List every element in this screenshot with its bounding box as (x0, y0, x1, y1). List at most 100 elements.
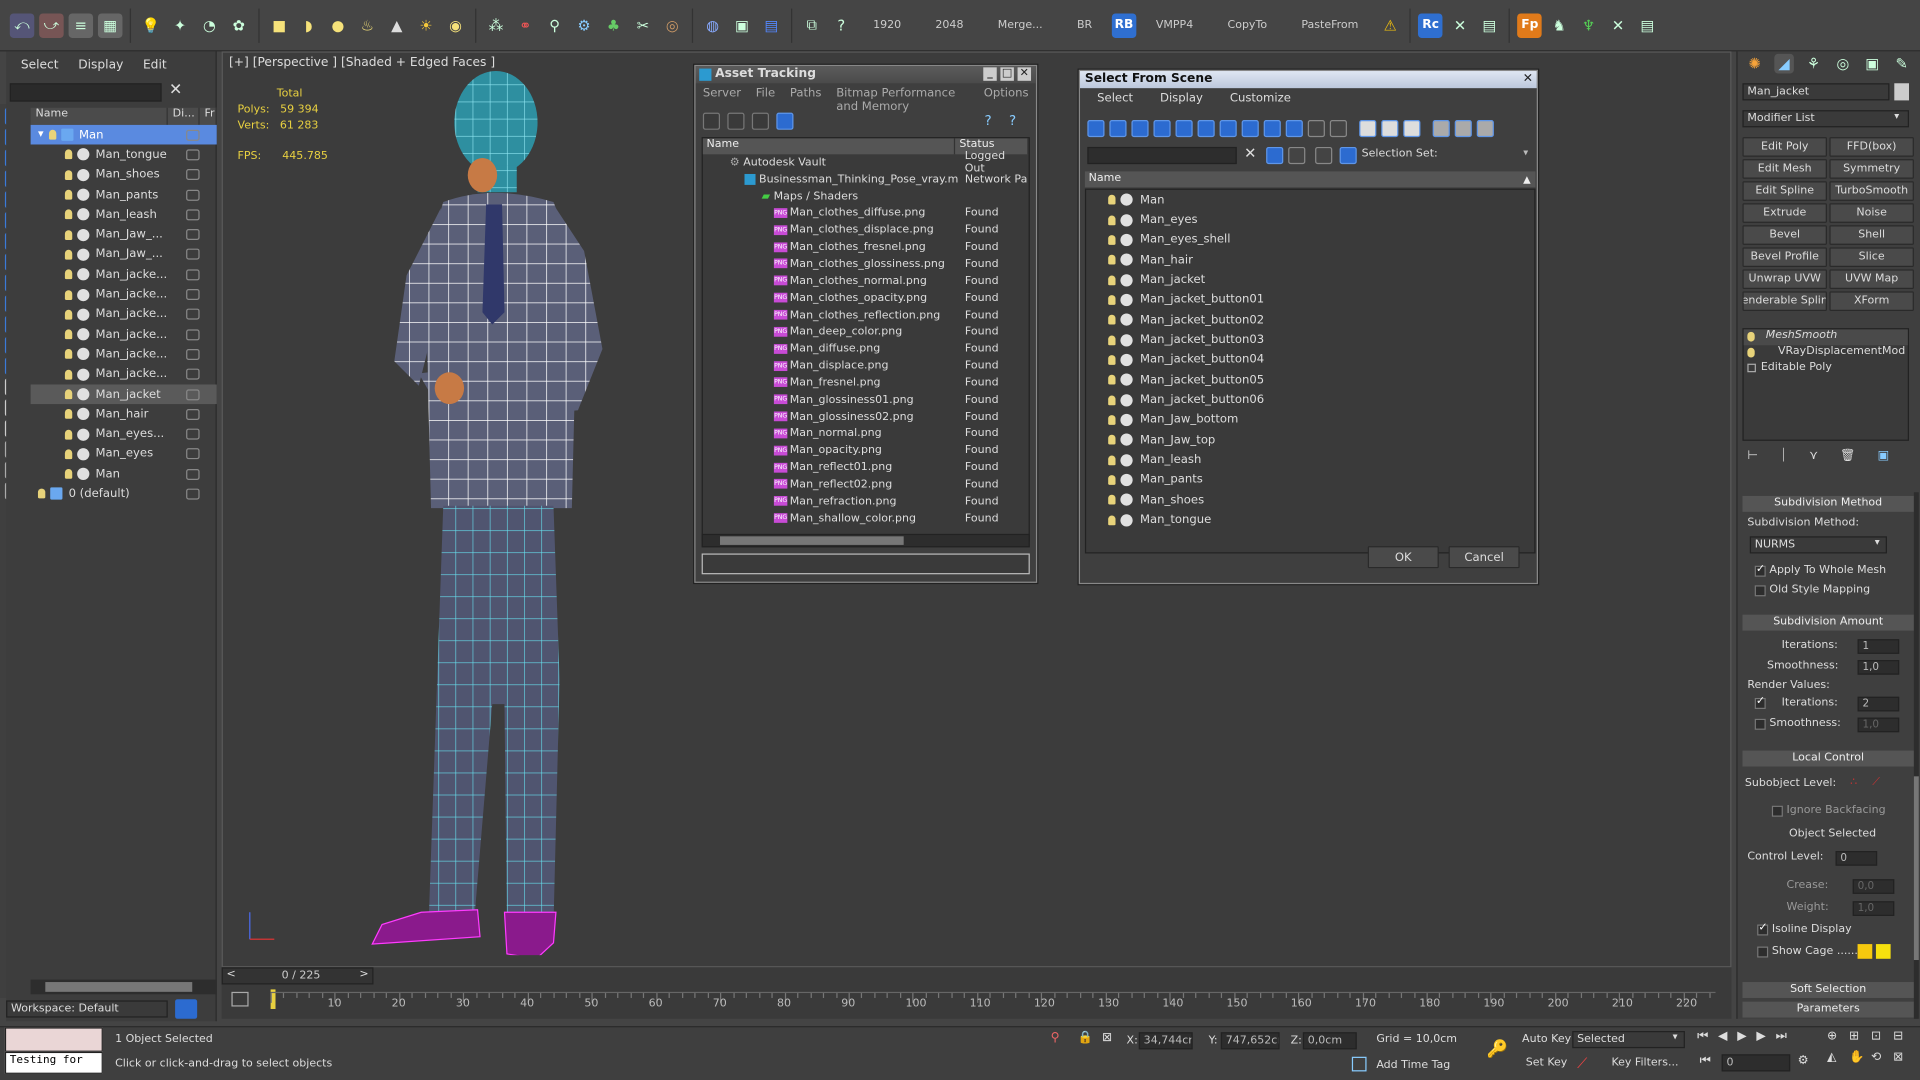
maximize-icon[interactable]: □ (1000, 67, 1014, 81)
render-iterations-checkbox[interactable]: ✓ (1754, 696, 1766, 709)
render-smoothness-spinner[interactable]: 1,0 (1857, 717, 1900, 733)
col-name[interactable]: Name (1089, 173, 1122, 185)
scene-tree-item[interactable]: Man_jacke... (31, 364, 217, 384)
command-vscroll[interactable] (1913, 492, 1919, 1019)
time-slider-next-icon[interactable]: > (359, 969, 368, 981)
expand-icon[interactable] (1747, 363, 1756, 373)
undo-icon[interactable]: ⤺ (9, 12, 35, 38)
goto-start-icon[interactable]: ⏮ (1697, 1030, 1708, 1043)
maxfile-row[interactable]: Businessman_Thinking_Pose_vray.max Netwo… (703, 171, 1029, 188)
next-frame-icon[interactable]: ▶ (1756, 1030, 1765, 1043)
scene-tree-item[interactable]: 0 (default) (31, 484, 217, 504)
plant-icon[interactable]: ♣ (601, 13, 625, 37)
play-icon[interactable]: ▶ (1737, 1030, 1746, 1043)
visibility-bulb-icon[interactable] (37, 489, 46, 499)
time-tag-icon[interactable] (1351, 1056, 1367, 1072)
close-icon[interactable]: ✕ (1017, 67, 1032, 81)
scene-tree-item[interactable]: Man_hair (31, 404, 217, 424)
asset-path-field[interactable] (701, 553, 1030, 575)
scene-tree-item[interactable]: Man_tongue (31, 145, 217, 165)
zoom-extents-icon[interactable]: ⊡ (1871, 1030, 1891, 1043)
sphere-icon[interactable]: ● (326, 13, 350, 37)
visibility-bulb-icon[interactable] (64, 249, 73, 260)
display-toggle-icon[interactable] (186, 308, 200, 320)
set-keys-icon[interactable]: ⟋ (1577, 1054, 1587, 1072)
display-toggle-icon[interactable] (186, 209, 200, 221)
edge-level-icon[interactable]: ⟋ (1872, 776, 1880, 788)
lock-icon[interactable]: 🔒 (1078, 1031, 1093, 1044)
filter-geometry-icon[interactable] (1087, 120, 1105, 138)
asset-hscroll[interactable] (701, 533, 1030, 548)
layer-manager-icon[interactable] (175, 999, 198, 1019)
visibility-bulb-icon[interactable] (64, 329, 73, 340)
find-case-icon[interactable] (1266, 146, 1284, 165)
clear-search-icon[interactable]: ✕ (1244, 144, 1256, 161)
display-toggle-icon[interactable] (186, 149, 200, 161)
asset-file-row[interactable]: PNG Man_shallow_color.png Found (703, 510, 1029, 527)
asset-file-row[interactable]: PNG Man_clothes_opacity.png Found (703, 290, 1029, 307)
menu-paths[interactable]: Paths (790, 87, 822, 114)
filter-cameras-icon[interactable] (1153, 120, 1171, 138)
asset-file-row[interactable]: PNG Man_clothes_glossiness.png Found (703, 256, 1029, 273)
weight-spinner[interactable]: 1,0 (1852, 901, 1895, 916)
stack-item-meshsmooth[interactable]: MeshSmooth (1743, 329, 1908, 346)
scene-tree-item[interactable]: Man_eyes (31, 444, 217, 464)
visibility-bulb-icon[interactable] (1108, 515, 1116, 525)
goto-end-icon[interactable]: ⏭ (1776, 1030, 1787, 1043)
copy-icon[interactable]: ⧉ (800, 13, 824, 37)
tools-icon[interactable]: ✕ (1448, 13, 1472, 37)
toolbar-1920[interactable]: 1920 (873, 19, 901, 31)
modifier-button[interactable]: Bevel Profile (1742, 247, 1827, 267)
modifier-button[interactable]: Edit Mesh (1742, 159, 1827, 179)
asset-file-row[interactable]: PNG Man_opacity.png Found (703, 442, 1029, 459)
scene-object-row[interactable]: Man_jacket_button02 (1086, 310, 1534, 330)
scene-object-row[interactable]: Man_pants (1086, 470, 1534, 490)
local-control-rollout[interactable]: Local Control (1742, 750, 1914, 767)
asset-file-row[interactable]: PNG Man_refraction.png Found (703, 493, 1029, 510)
menu-edit[interactable]: Edit (143, 59, 167, 72)
isoline-checkbox[interactable]: ✓ (1757, 922, 1769, 936)
smoothness-spinner[interactable]: 1,0 (1857, 660, 1900, 675)
teapot-icon[interactable]: ♨ (355, 13, 379, 37)
scene-tree-item[interactable]: Man_leash (31, 205, 217, 225)
ok-button[interactable]: OK (1367, 546, 1439, 569)
toolbar-rc[interactable]: Rc (1418, 12, 1443, 38)
menu-display[interactable]: Display (1160, 92, 1203, 105)
filter-hidden-icon[interactable] (1329, 120, 1347, 138)
display-toggle-icon[interactable] (186, 129, 200, 141)
scene-object-row[interactable]: Man_shoes (1086, 490, 1534, 510)
key-filters-button[interactable]: Key Filters... (1611, 1057, 1678, 1069)
help-icon[interactable]: ? (829, 13, 853, 37)
hemisphere-icon[interactable]: ◗ (296, 13, 320, 37)
modifier-button[interactable]: Noise (1829, 203, 1914, 223)
time-config-icon[interactable]: ⚙ (1798, 1054, 1809, 1067)
bulb-icon[interactable] (1747, 347, 1755, 358)
menu-options[interactable]: Options (984, 87, 1029, 114)
grid-icon[interactable]: ▦ (97, 12, 123, 38)
list-view-icon[interactable] (727, 112, 745, 130)
timeline-ruler[interactable]: 10 20 30 40 50 60 70 80 90 100 110 120 130 140 150 160 1… (270, 991, 1716, 1016)
key-mode-arrow-icon[interactable]: ▾ (1673, 1031, 1678, 1042)
pin-stack-icon[interactable]: ⊢ (1747, 449, 1758, 462)
visibility-bulb-icon[interactable] (1108, 455, 1116, 465)
visibility-bulb-icon[interactable] (64, 409, 73, 420)
visibility-bulb-icon[interactable] (1108, 274, 1116, 285)
sheet-icon[interactable]: ▤ (1635, 13, 1659, 37)
scene-tree-item[interactable]: Man_jacke... (31, 304, 217, 324)
toolbar-copyto[interactable]: CopyTo (1228, 19, 1268, 31)
soft-selection-rollout[interactable]: Soft Selection (1742, 982, 1914, 998)
scene-object-row[interactable]: Man_Jaw_top (1086, 430, 1534, 450)
apply-whole-checkbox[interactable]: ✓ (1754, 563, 1766, 577)
link-icon[interactable]: ⚭ (513, 13, 537, 37)
absolute-mode-icon[interactable]: ⊠ (1102, 1031, 1112, 1044)
asset-file-row[interactable]: PNG Man_displace.png Found (703, 358, 1029, 375)
select-none-icon[interactable] (1381, 120, 1399, 138)
visibility-bulb-icon[interactable] (64, 429, 73, 440)
filter-groups-icon[interactable] (1219, 120, 1237, 138)
asset-file-row[interactable]: PNG Man_glossiness02.png Found (703, 409, 1029, 426)
visibility-bulb-icon[interactable] (1108, 194, 1116, 205)
bulb-icon[interactable]: 💡 (138, 13, 162, 37)
filter-warps-icon[interactable] (1197, 120, 1215, 138)
rotate-icon[interactable]: ◔ (197, 13, 221, 37)
asset-file-row[interactable]: PNG Man_normal.png Found (703, 426, 1029, 443)
